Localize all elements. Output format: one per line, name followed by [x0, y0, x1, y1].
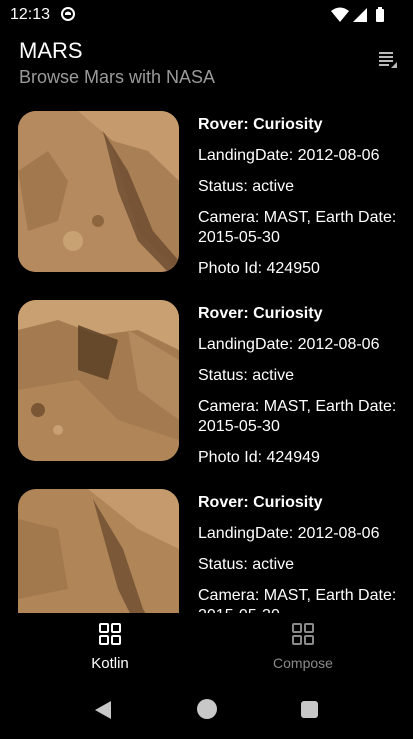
system-navigation-bar	[0, 683, 413, 739]
tab-compose-label: Compose	[273, 655, 333, 671]
photo-info: Rover: Curiosity LandingDate: 2012-08-06…	[198, 493, 408, 613]
signal-icon	[353, 8, 367, 22]
camera-info: Camera: MAST, Earth Date: 2015-05-30	[198, 397, 408, 437]
camera-line-1: Camera: MAST, Earth Date:	[198, 398, 397, 415]
rover-name: Rover: Curiosity	[198, 305, 323, 322]
rover-status: Status: active	[198, 556, 295, 573]
photo-info: Rover: Curiosity LandingDate: 2012-08-06…	[198, 304, 408, 479]
tab-kotlin[interactable]: Kotlin	[7, 613, 213, 683]
grid-icon	[292, 623, 314, 645]
camera-line-2: 2015-05-30	[198, 418, 280, 435]
photo-id: Photo Id: 424949	[198, 449, 320, 466]
grid-icon	[99, 623, 121, 645]
status-time: 12:13	[10, 6, 51, 23]
camera-info: Camera: MAST, Earth Date: 2015-05-30	[198, 208, 408, 248]
list-item[interactable]: Rover: Curiosity LandingDate: 2012-08-06…	[0, 297, 413, 486]
recent-apps-icon[interactable]	[301, 701, 318, 718]
mars-photo	[18, 300, 179, 461]
rover-name: Rover: Curiosity	[198, 494, 323, 511]
bottom-navigation: Kotlin Compose	[0, 613, 413, 683]
status-bar: 12:13	[0, 0, 413, 32]
app-bar: MARS Browse Mars with NASA	[0, 32, 413, 94]
camera-info: Camera: MAST, Earth Date: 2015-05-30	[198, 586, 408, 613]
home-icon[interactable]	[197, 699, 217, 719]
back-icon[interactable]	[94, 700, 112, 720]
app-notification-icon	[61, 7, 75, 21]
rover-name: Rover: Curiosity	[198, 116, 323, 133]
camera-line-2: 2015-05-30	[198, 229, 280, 246]
list-item[interactable]: Rover: Curiosity LandingDate: 2012-08-06…	[0, 108, 413, 297]
tab-kotlin-label: Kotlin	[91, 655, 129, 672]
rover-status: Status: active	[198, 367, 295, 384]
mars-photo	[18, 489, 179, 613]
camera-line-1: Camera: MAST, Earth Date:	[198, 209, 397, 226]
landing-date: LandingDate: 2012-08-06	[198, 336, 380, 353]
tab-compose[interactable]: Compose	[200, 613, 406, 683]
photo-list[interactable]: Rover: Curiosity LandingDate: 2012-08-06…	[0, 108, 413, 613]
rover-status: Status: active	[198, 178, 295, 195]
app-title: MARS	[19, 38, 83, 63]
battery-icon	[376, 7, 384, 22]
camera-line-1: Camera: MAST, Earth Date:	[198, 587, 397, 604]
status-icons	[331, 7, 384, 22]
photo-info: Rover: Curiosity LandingDate: 2012-08-06…	[198, 115, 408, 290]
list-item[interactable]: Rover: Curiosity LandingDate: 2012-08-06…	[0, 486, 413, 613]
wifi-icon	[331, 7, 349, 22]
landing-date: LandingDate: 2012-08-06	[198, 525, 380, 542]
app-subtitle: Browse Mars with NASA	[19, 67, 216, 87]
mars-photo	[18, 111, 179, 272]
photo-id: Photo Id: 424950	[198, 260, 320, 277]
landing-date: LandingDate: 2012-08-06	[198, 147, 380, 164]
list-menu-icon[interactable]	[377, 48, 401, 72]
